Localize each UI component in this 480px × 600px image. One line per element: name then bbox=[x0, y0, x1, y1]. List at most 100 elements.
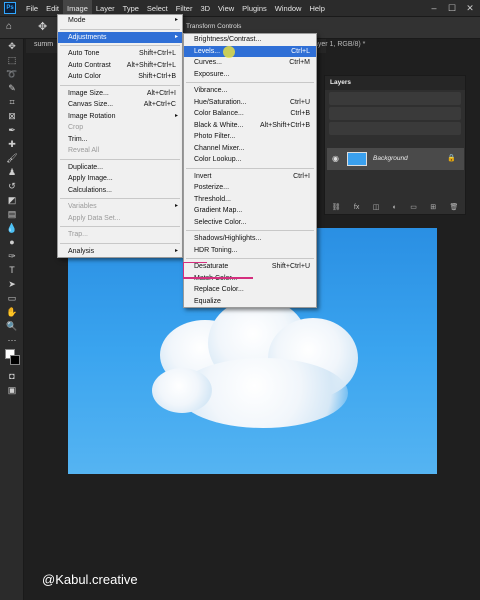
menu-item-image-rotation[interactable]: Image Rotation ▸ bbox=[58, 111, 182, 123]
gradient-icon[interactable]: ▤ bbox=[0, 207, 24, 221]
menu-item-brightness-contrast[interactable]: Brightness/Contrast... bbox=[184, 34, 316, 46]
menu-item-auto-tone[interactable]: Auto Tone Shift+Ctrl+L bbox=[58, 48, 182, 60]
menu-view[interactable]: View bbox=[214, 0, 238, 17]
new-layer-icon[interactable]: ⊞ bbox=[430, 203, 436, 211]
menu-item-analysis[interactable]: Analysis ▸ bbox=[58, 246, 182, 258]
move-icon[interactable]: ✥ bbox=[0, 39, 24, 53]
minimize-icon[interactable]: – bbox=[428, 2, 440, 14]
move-tool-icon[interactable]: ✥ bbox=[38, 20, 47, 33]
brush-icon[interactable]: 🖌 bbox=[0, 151, 24, 165]
healing-icon[interactable]: ✚ bbox=[0, 137, 24, 151]
menu-item-auto-color[interactable]: Auto Color Shift+Ctrl+B bbox=[58, 71, 182, 83]
menu-help[interactable]: Help bbox=[305, 0, 328, 17]
menu-item-replace-color[interactable]: Replace Color... bbox=[184, 284, 316, 296]
path-select-icon[interactable]: ➤ bbox=[0, 277, 24, 291]
photoshop-logo-icon[interactable]: Ps bbox=[4, 2, 16, 14]
menu-item-label: Color Balance... bbox=[194, 110, 244, 117]
color-swatches[interactable] bbox=[0, 347, 23, 369]
menu-item-threshold[interactable]: Threshold... bbox=[184, 194, 316, 206]
menu-item-image-size[interactable]: Image Size... Alt+Ctrl+I bbox=[58, 88, 182, 100]
menu-item-adjustments[interactable]: Adjustments ▸ bbox=[58, 31, 182, 43]
eyedropper-icon[interactable]: ✒ bbox=[0, 123, 24, 137]
menu-item-duplicate[interactable]: Duplicate... bbox=[58, 162, 182, 174]
menu-item-mode[interactable]: Mode ▸ bbox=[58, 15, 182, 27]
menu-item-vibrance[interactable]: Vibrance... bbox=[184, 85, 316, 97]
menu-item-auto-contrast[interactable]: Auto Contrast Alt+Shift+Ctrl+L bbox=[58, 60, 182, 72]
menu-item-label: Image Size... bbox=[68, 89, 109, 97]
menu-item-label: Curves... bbox=[194, 59, 223, 66]
menu-item-black-white[interactable]: Black & White... Alt+Shift+Ctrl+B bbox=[184, 120, 316, 132]
screen-mode-icon[interactable]: ▣ bbox=[0, 383, 24, 397]
menu-item-label: Brightness/Contrast... bbox=[194, 36, 262, 43]
lock-row[interactable] bbox=[329, 122, 461, 135]
zoom-icon[interactable]: 🔍 bbox=[0, 319, 24, 333]
menu-item-photo-filter[interactable]: Photo Filter... bbox=[184, 131, 316, 143]
menu-item-hue-saturation[interactable]: Hue/Saturation... Ctrl+U bbox=[184, 97, 316, 109]
layer-filter-row[interactable] bbox=[329, 92, 461, 105]
group-icon[interactable]: ▭ bbox=[410, 203, 417, 211]
menu-item-posterize[interactable]: Posterize... bbox=[184, 182, 316, 194]
history-brush-icon[interactable]: ↺ bbox=[0, 179, 24, 193]
marquee-icon[interactable]: ⬚ bbox=[0, 53, 24, 67]
menu-separator bbox=[60, 84, 180, 86]
menu-item-levels[interactable]: Levels... Ctrl+L bbox=[184, 45, 316, 57]
layers-panel-title[interactable]: Layers bbox=[325, 76, 465, 90]
document-tab-title[interactable]: ayer 1, RGB/8) * bbox=[314, 41, 365, 48]
crop-icon[interactable]: ⌗ bbox=[0, 95, 24, 109]
menu-item-channel-mixer[interactable]: Channel Mixer... bbox=[184, 143, 316, 155]
menu-item-variables: Variables ▸ bbox=[58, 201, 182, 213]
menu-item-exposure[interactable]: Exposure... bbox=[184, 69, 316, 81]
menu-item-label: Auto Color bbox=[68, 73, 102, 80]
blend-mode-row[interactable] bbox=[329, 107, 461, 120]
menu-window[interactable]: Window bbox=[271, 0, 306, 17]
menu-item-selective-color[interactable]: Selective Color... bbox=[184, 217, 316, 229]
submenu-arrow-icon: ▸ bbox=[174, 203, 178, 209]
stamp-icon[interactable]: ♟ bbox=[0, 165, 24, 179]
trash-icon[interactable]: 🗑 bbox=[449, 203, 458, 211]
mask-icon[interactable]: ◫ bbox=[373, 203, 380, 211]
menu-item-color-lookup[interactable]: Color Lookup... bbox=[184, 154, 316, 166]
quick-mask-icon[interactable]: ◘ bbox=[0, 369, 24, 383]
menu-item-curves[interactable]: Curves... Ctrl+M bbox=[184, 57, 316, 69]
maximize-icon[interactable]: ☐ bbox=[446, 2, 458, 14]
fx-icon[interactable]: fx bbox=[354, 204, 359, 211]
layer-thumbnail bbox=[347, 152, 367, 166]
background-color-swatch[interactable] bbox=[10, 355, 20, 365]
home-icon[interactable]: ⌂ bbox=[6, 21, 12, 32]
menu-separator bbox=[60, 45, 180, 46]
frame-icon[interactable]: ⊠ bbox=[0, 109, 24, 123]
menu-item-shadows-highlights[interactable]: Shadows/Highlights... bbox=[184, 233, 316, 245]
menu-item-hdr-toning[interactable]: HDR Toning... bbox=[184, 245, 316, 257]
menu-plugins[interactable]: Plugins bbox=[238, 0, 271, 17]
dodge-icon[interactable]: ● bbox=[0, 235, 24, 249]
menu-item-gradient-map[interactable]: Gradient Map... bbox=[184, 205, 316, 217]
menu-item-canvas-size[interactable]: Canvas Size... Alt+Ctrl+C bbox=[58, 99, 182, 111]
menu-item-trim[interactable]: Trim... bbox=[58, 134, 182, 146]
menu-item-label: Trap... bbox=[68, 231, 88, 238]
edit-toolbar-icon[interactable]: ⋯ bbox=[0, 333, 24, 347]
type-icon[interactable]: T bbox=[0, 263, 24, 277]
menu-item-equalize[interactable]: Equalize bbox=[184, 296, 316, 308]
rectangle-icon[interactable]: ▭ bbox=[0, 291, 24, 305]
link-icon[interactable]: ⛓ bbox=[332, 203, 341, 211]
pen-icon[interactable]: ✑ bbox=[0, 249, 24, 263]
eraser-icon[interactable]: ◩ bbox=[0, 193, 24, 207]
layer-row-background[interactable]: ◉ Background 🔒 bbox=[327, 148, 464, 170]
menu-item-color-balance[interactable]: Color Balance... Ctrl+B bbox=[184, 108, 316, 120]
menu-item-apply-image[interactable]: Apply Image... bbox=[58, 173, 182, 185]
menu-3d[interactable]: 3D bbox=[196, 0, 214, 17]
menu-item-invert[interactable]: Invert Ctrl+I bbox=[184, 171, 316, 183]
visibility-eye-icon[interactable]: ◉ bbox=[332, 154, 339, 163]
menu-item-label: Analysis bbox=[68, 247, 95, 255]
adjustment-layer-icon[interactable]: ◐ bbox=[393, 204, 397, 211]
lasso-icon[interactable]: ➰ bbox=[0, 67, 24, 81]
quick-select-icon[interactable]: ✎ bbox=[0, 81, 24, 95]
transform-controls-label[interactable]: Transform Controls bbox=[186, 23, 241, 30]
blur-icon[interactable]: 💧 bbox=[0, 221, 24, 235]
document-tab[interactable]: summ bbox=[34, 41, 53, 48]
lock-icon[interactable]: 🔒 bbox=[447, 154, 456, 162]
hand-icon[interactable]: ✋ bbox=[0, 305, 24, 319]
menu-item-calculations[interactable]: Calculations... bbox=[58, 185, 182, 197]
close-icon[interactable]: ✕ bbox=[464, 2, 476, 14]
menu-file[interactable]: File bbox=[22, 0, 42, 17]
